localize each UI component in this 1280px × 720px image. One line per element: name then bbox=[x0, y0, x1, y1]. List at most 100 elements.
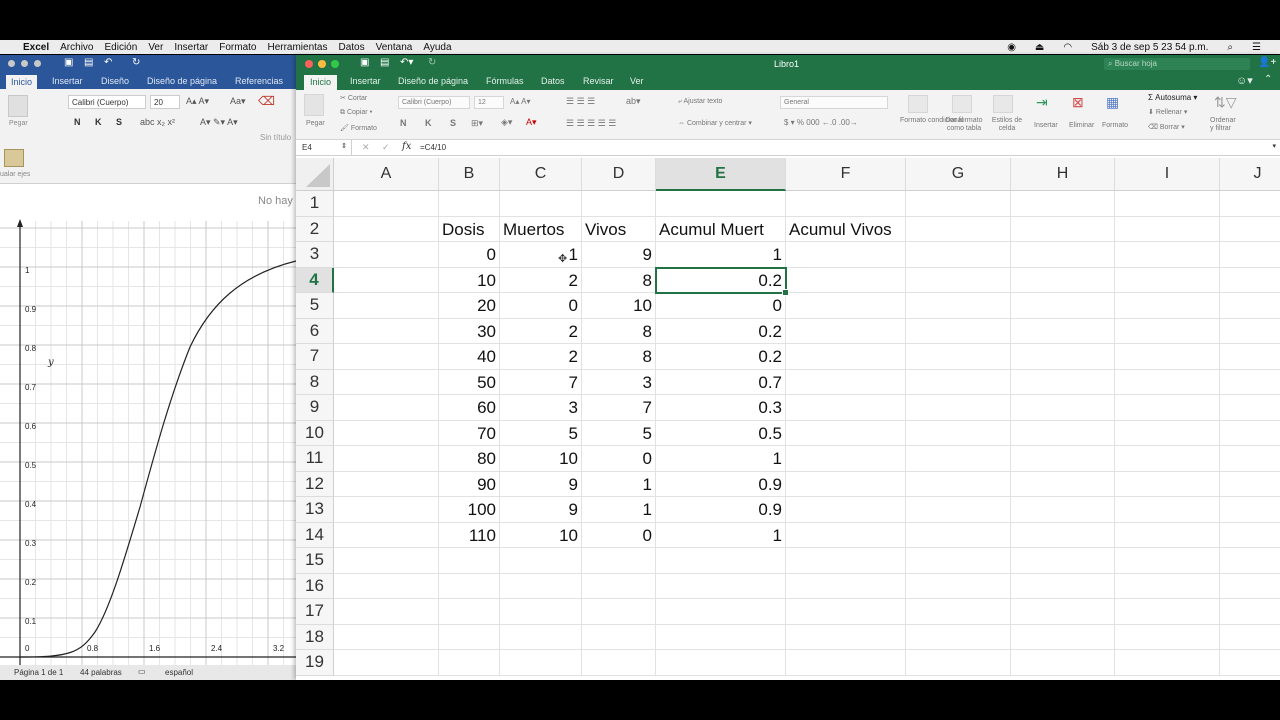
cell-i8[interactable] bbox=[1115, 369, 1220, 395]
cell-b10[interactable]: 70 bbox=[439, 420, 500, 446]
cell-j2[interactable] bbox=[1220, 217, 1280, 242]
expand-formula-icon[interactable]: ▾ bbox=[1272, 142, 1276, 150]
cell-f15[interactable] bbox=[786, 548, 906, 574]
cell-i3[interactable] bbox=[1115, 242, 1220, 268]
insert-cells-icon[interactable]: ⇥ bbox=[1036, 94, 1048, 111]
format-as-table-icon[interactable] bbox=[952, 95, 972, 113]
clear-button[interactable]: ⌫ Borrar ▾ bbox=[1148, 123, 1185, 131]
grow-font-icon[interactable]: A▴ A▾ bbox=[186, 96, 209, 107]
cell-c13[interactable]: 9 bbox=[500, 497, 582, 523]
menu-ventana[interactable]: Ventana bbox=[376, 42, 413, 53]
cell-g19[interactable] bbox=[906, 650, 1011, 676]
cell-h12[interactable] bbox=[1011, 471, 1115, 497]
menu-edicion[interactable]: Edición bbox=[105, 42, 138, 53]
cell-e7[interactable]: 0.2 bbox=[656, 344, 786, 370]
sidebar-icon[interactable]: ▣ bbox=[360, 57, 369, 68]
minimize-button[interactable] bbox=[21, 60, 28, 67]
close-button[interactable] bbox=[305, 60, 313, 68]
cell-i10[interactable] bbox=[1115, 420, 1220, 446]
wifi-icon[interactable]: ◠ bbox=[1063, 42, 1072, 53]
word-tab-diseno[interactable]: Diseño bbox=[101, 76, 129, 86]
cell-b3[interactable]: 0 bbox=[439, 242, 500, 268]
cell-j9[interactable] bbox=[1220, 395, 1280, 421]
cell-h15[interactable] bbox=[1011, 548, 1115, 574]
select-all-corner[interactable] bbox=[296, 158, 334, 191]
cell-c16[interactable] bbox=[500, 573, 582, 599]
cell-a5[interactable] bbox=[334, 293, 439, 319]
cell-e10[interactable]: 0.5 bbox=[656, 420, 786, 446]
cell-b12[interactable]: 90 bbox=[439, 471, 500, 497]
cell-j7[interactable] bbox=[1220, 344, 1280, 370]
cell-f12[interactable] bbox=[786, 471, 906, 497]
cell-e12[interactable]: 0.9 bbox=[656, 471, 786, 497]
cell-g4[interactable] bbox=[906, 267, 1011, 293]
tab-insertar[interactable]: Insertar bbox=[350, 76, 381, 86]
row-header-6[interactable]: 6 bbox=[296, 318, 334, 344]
cell-g11[interactable] bbox=[906, 446, 1011, 472]
menu-app-name[interactable]: Excel bbox=[23, 42, 49, 53]
menu-herramientas[interactable]: Herramientas bbox=[267, 42, 327, 53]
zoom-button[interactable] bbox=[34, 60, 41, 67]
menu-insertar[interactable]: Insertar bbox=[174, 42, 208, 53]
cell-styles-label[interactable]: Estilos de celda bbox=[990, 117, 1024, 133]
cell-i7[interactable] bbox=[1115, 344, 1220, 370]
word-size-select[interactable]: 20 bbox=[150, 95, 180, 109]
cell-b5[interactable]: 20 bbox=[439, 293, 500, 319]
cell-a12[interactable] bbox=[334, 471, 439, 497]
merge-center-button[interactable]: ⇔ Combinar y centrar ▾ bbox=[678, 119, 752, 127]
row-header-15[interactable]: 15 bbox=[296, 548, 334, 574]
cell-e19[interactable] bbox=[656, 650, 786, 676]
delete-cells-icon[interactable]: ⊠ bbox=[1072, 94, 1084, 111]
column-header-g[interactable]: G bbox=[906, 158, 1011, 191]
cell-b9[interactable]: 60 bbox=[439, 395, 500, 421]
cell-d19[interactable] bbox=[582, 650, 656, 676]
cell-c15[interactable] bbox=[500, 548, 582, 574]
cell-c14[interactable]: 10 bbox=[500, 522, 582, 548]
number-format-select[interactable]: General bbox=[780, 96, 888, 109]
cell-b1[interactable] bbox=[439, 191, 500, 217]
eject-icon[interactable]: ⏏ bbox=[1035, 42, 1044, 53]
cell-f6[interactable] bbox=[786, 318, 906, 344]
cell-e2[interactable]: Acumul Muert bbox=[656, 216, 786, 242]
page-count[interactable]: Página 1 de 1 bbox=[14, 668, 63, 677]
row-header-4[interactable]: 4 bbox=[296, 267, 334, 293]
menu-ver[interactable]: Ver bbox=[148, 42, 163, 53]
menu-formato[interactable]: Formato bbox=[219, 42, 256, 53]
cell-e8[interactable]: 0.7 bbox=[656, 369, 786, 395]
row-header-1[interactable]: 1 bbox=[296, 191, 334, 217]
cell-h18[interactable] bbox=[1011, 624, 1115, 650]
proofing-icon[interactable]: ▭ bbox=[138, 667, 146, 676]
cell-a13[interactable] bbox=[334, 497, 439, 523]
conditional-format-icon[interactable] bbox=[908, 95, 928, 113]
copy-button[interactable]: ⧉ Copiar ▾ bbox=[340, 109, 372, 117]
cell-f14[interactable] bbox=[786, 522, 906, 548]
zoom-button[interactable] bbox=[331, 60, 339, 68]
sort-filter-icon[interactable]: ⇅▽ bbox=[1214, 94, 1237, 111]
delete-cells-label[interactable]: Eliminar bbox=[1069, 122, 1094, 129]
column-header-d[interactable]: D bbox=[582, 158, 656, 191]
cell-h19[interactable] bbox=[1011, 650, 1115, 676]
row-header-16[interactable]: 16 bbox=[296, 573, 334, 599]
cell-b16[interactable] bbox=[439, 573, 500, 599]
row-header-7[interactable]: 7 bbox=[296, 344, 334, 370]
cell-g15[interactable] bbox=[906, 548, 1011, 574]
cell-h4[interactable] bbox=[1011, 267, 1115, 293]
fill-color-icon[interactable]: ◈▾ bbox=[501, 117, 512, 128]
cell-a3[interactable] bbox=[334, 242, 439, 268]
sidebar-icon[interactable]: ▣ bbox=[64, 57, 73, 68]
cell-h2[interactable] bbox=[1011, 216, 1115, 242]
format-as-table-label[interactable]: Dar formato como tabla bbox=[942, 117, 986, 133]
insert-cells-label[interactable]: Insertar bbox=[1034, 122, 1058, 129]
save-icon[interactable]: ▤ bbox=[380, 57, 389, 68]
redo-icon[interactable]: ↻ bbox=[132, 57, 140, 68]
align-top-icons[interactable]: ☰ ☰ ☰ bbox=[566, 96, 595, 107]
cell-j4[interactable] bbox=[1220, 268, 1280, 293]
column-header-a[interactable]: A bbox=[334, 158, 439, 191]
cell-a1[interactable] bbox=[334, 191, 439, 217]
cell-d9[interactable]: 7 bbox=[582, 395, 656, 421]
cell-g7[interactable] bbox=[906, 344, 1011, 370]
cell-j12[interactable] bbox=[1220, 472, 1280, 497]
cell-a19[interactable] bbox=[334, 650, 439, 676]
cell-e9[interactable]: 0.3 bbox=[656, 395, 786, 421]
format-painter-button[interactable]: 🖌 Formato bbox=[340, 124, 377, 132]
